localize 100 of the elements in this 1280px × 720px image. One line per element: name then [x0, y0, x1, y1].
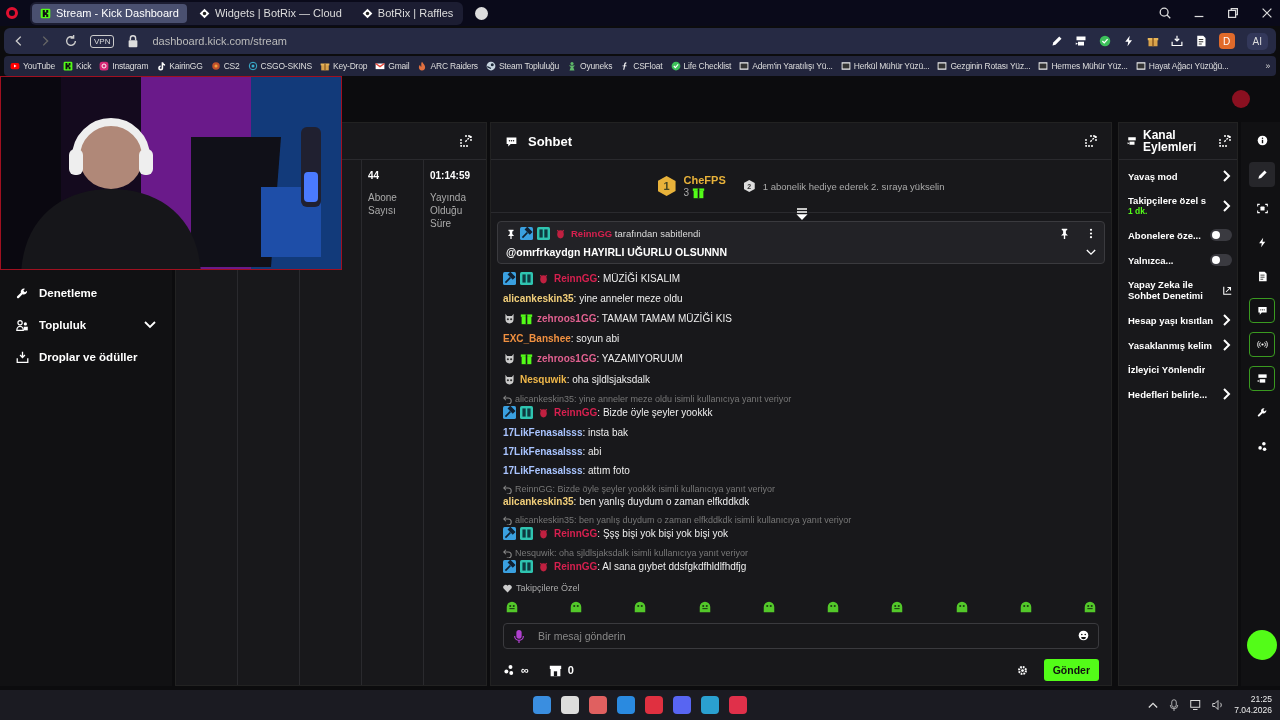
bookmark-link[interactable]: Gmail — [388, 61, 410, 71]
taskbar-app-icon[interactable] — [617, 696, 635, 714]
address-field[interactable]: dashboard.kick.com/stream — [152, 35, 287, 47]
bookmark-link[interactable]: CSGO-SKINS — [260, 61, 312, 71]
clock-time[interactable]: 21:25 — [1234, 694, 1272, 705]
bookmark-link[interactable]: Hayat Ağacı Yüzüğü... — [1148, 61, 1229, 71]
bookmark-link[interactable]: Oyuneks — [580, 61, 613, 71]
taskbar-app-icon[interactable] — [533, 696, 551, 714]
popout-icon[interactable] — [460, 135, 472, 147]
toolbar-button[interactable] — [1249, 366, 1275, 391]
vpn-badge[interactable]: VPN — [90, 34, 115, 48]
emoji-icon[interactable] — [1078, 630, 1089, 641]
bookmark-link[interactable]: ARC Raiders — [430, 61, 478, 71]
action-item[interactable]: Takipçilere özel s 1 dk. — [1128, 195, 1232, 216]
toolbar-button[interactable] — [1249, 298, 1275, 323]
taskbar-app-icon[interactable] — [729, 696, 747, 714]
popout-icon[interactable] — [1085, 135, 1097, 147]
taskbar-app-icon[interactable] — [589, 696, 607, 714]
emote-set-label: Takipçilere Özel — [516, 583, 580, 593]
bookmark-link[interactable]: Life Checklist — [683, 61, 732, 71]
emote-icon[interactable] — [505, 599, 519, 613]
action-label: Hesap yaşı kısıtlan — [1128, 314, 1214, 326]
microphone-icon[interactable] — [1168, 699, 1181, 711]
chat-message: zehroos1GG: TAMAM TAMAM MÜZİĞİ KIS — [537, 313, 732, 324]
toolbar-button[interactable] — [1249, 162, 1275, 187]
emote-icon[interactable] — [954, 599, 969, 613]
close-icon[interactable] — [1260, 6, 1274, 20]
emote-icon[interactable] — [1082, 599, 1097, 613]
action-item[interactable]: Yapay Zeka ile Sohbet Denetimi — [1128, 279, 1232, 301]
bookmark-link[interactable]: Gezginin Rotası Yüz... — [950, 61, 1031, 71]
bookmark-link[interactable]: Key-Drop — [332, 61, 368, 71]
support-button[interactable] — [1247, 630, 1277, 660]
bug-icon — [537, 272, 550, 285]
taskbar-app-icon[interactable] — [673, 696, 691, 714]
new-tab-icon[interactable] — [475, 6, 489, 20]
taskbar-app-icon[interactable] — [645, 696, 663, 714]
clock-date[interactable]: 7.04.2026 — [1234, 705, 1272, 716]
toggle-switch[interactable] — [1210, 254, 1232, 266]
bookmark-link[interactable]: Hermes Mühür Yüz... — [1051, 61, 1128, 71]
sidebar-item[interactable]: Denetleme — [16, 284, 156, 302]
search-icon[interactable] — [1158, 6, 1172, 20]
scroll-down-icon[interactable] — [796, 208, 808, 220]
emote-icon[interactable] — [761, 599, 776, 613]
volume-icon[interactable] — [1212, 699, 1225, 711]
pin-icon[interactable] — [1059, 228, 1070, 239]
toolbar-button[interactable] — [1249, 332, 1275, 357]
emote-icon[interactable] — [633, 599, 648, 613]
target-icon — [247, 61, 258, 71]
leaderboard-hint: 1 abonelik hediye ederek 2. sıraya yükselin — [762, 180, 945, 192]
gifter-name[interactable]: CheFPS — [683, 173, 726, 186]
reload-icon[interactable] — [64, 34, 78, 48]
download-icon — [1170, 35, 1183, 47]
bookmark-link[interactable]: KairinGG — [169, 61, 203, 71]
bug-icon — [537, 560, 550, 573]
bookmark-link[interactable]: Adem'in Yaratılışı Yü... — [752, 61, 833, 71]
popout-icon[interactable] — [1219, 135, 1231, 147]
chevron-up-icon[interactable] — [1148, 700, 1159, 710]
store-icon[interactable] — [548, 663, 562, 677]
archive-icon — [1038, 61, 1049, 71]
ai-button[interactable]: AI — [1246, 32, 1268, 50]
action-item[interactable]: İzleyici Yönlendir — [1128, 364, 1232, 375]
info-icon — [1256, 135, 1268, 146]
emote-icon[interactable] — [569, 599, 584, 613]
settings-icon[interactable] — [1016, 664, 1028, 676]
stat-value: 01:14:59 — [430, 170, 472, 181]
browser-tab[interactable]: BotRix | Raffles — [353, 3, 462, 23]
taskbar-app-icon[interactable] — [561, 696, 579, 714]
chat-message: 17LikFenasalsss: attım foto — [503, 465, 630, 476]
browser-tab[interactable]: Stream - Kick Dashboard — [32, 3, 187, 23]
bookmark-link[interactable]: Herkül Mühür Yüzü... — [853, 61, 930, 71]
emote-icon[interactable] — [697, 599, 712, 613]
more-bookmarks-button[interactable]: » — [1265, 61, 1270, 71]
bookmark-link[interactable]: CSFloat — [633, 61, 663, 71]
gift-icon — [1146, 35, 1159, 47]
bug-icon — [537, 406, 550, 419]
action-item[interactable]: Yasaklanmış kelim — [1128, 339, 1232, 351]
stat-label: Yayında Olduğu Süre — [430, 191, 467, 230]
bookmark-link[interactable]: Steam Topluluğu — [498, 61, 560, 71]
emote-icon[interactable] — [826, 599, 841, 613]
action-item[interactable]: Hedefleri belirle... — [1128, 388, 1232, 400]
browser-logo-icon[interactable] — [6, 7, 18, 19]
bookmark-link[interactable]: Kick — [76, 61, 92, 71]
network-icon[interactable] — [1190, 699, 1203, 711]
taskbar-app-icon[interactable] — [701, 696, 719, 714]
toggle-switch[interactable] — [1210, 229, 1232, 241]
send-button[interactable]: Gönder — [1043, 659, 1099, 681]
chevron-down-icon[interactable] — [1086, 248, 1096, 256]
action-item[interactable]: Hesap yaşı kısıtlan — [1128, 314, 1232, 326]
emote-icon[interactable] — [1018, 599, 1033, 613]
message-field[interactable]: Bir mesaj gönderin — [503, 623, 1099, 649]
bookmark-link[interactable]: Instagram — [112, 61, 149, 71]
sidebar-item[interactable]: Droplar ve ödüller — [16, 348, 156, 366]
sidebar-item[interactable]: Topluluk — [16, 316, 156, 334]
bookmark-link[interactable]: CS2 — [223, 61, 240, 71]
bookmark-link[interactable]: YouTube — [23, 61, 55, 71]
microphone-icon[interactable] — [513, 629, 525, 643]
browser-tab[interactable]: Widgets | BotRix — Cloud — [190, 3, 350, 23]
action-item[interactable]: Yavaş mod — [1128, 170, 1232, 182]
emote-icon[interactable] — [890, 599, 905, 613]
restore-icon[interactable] — [1226, 6, 1240, 20]
